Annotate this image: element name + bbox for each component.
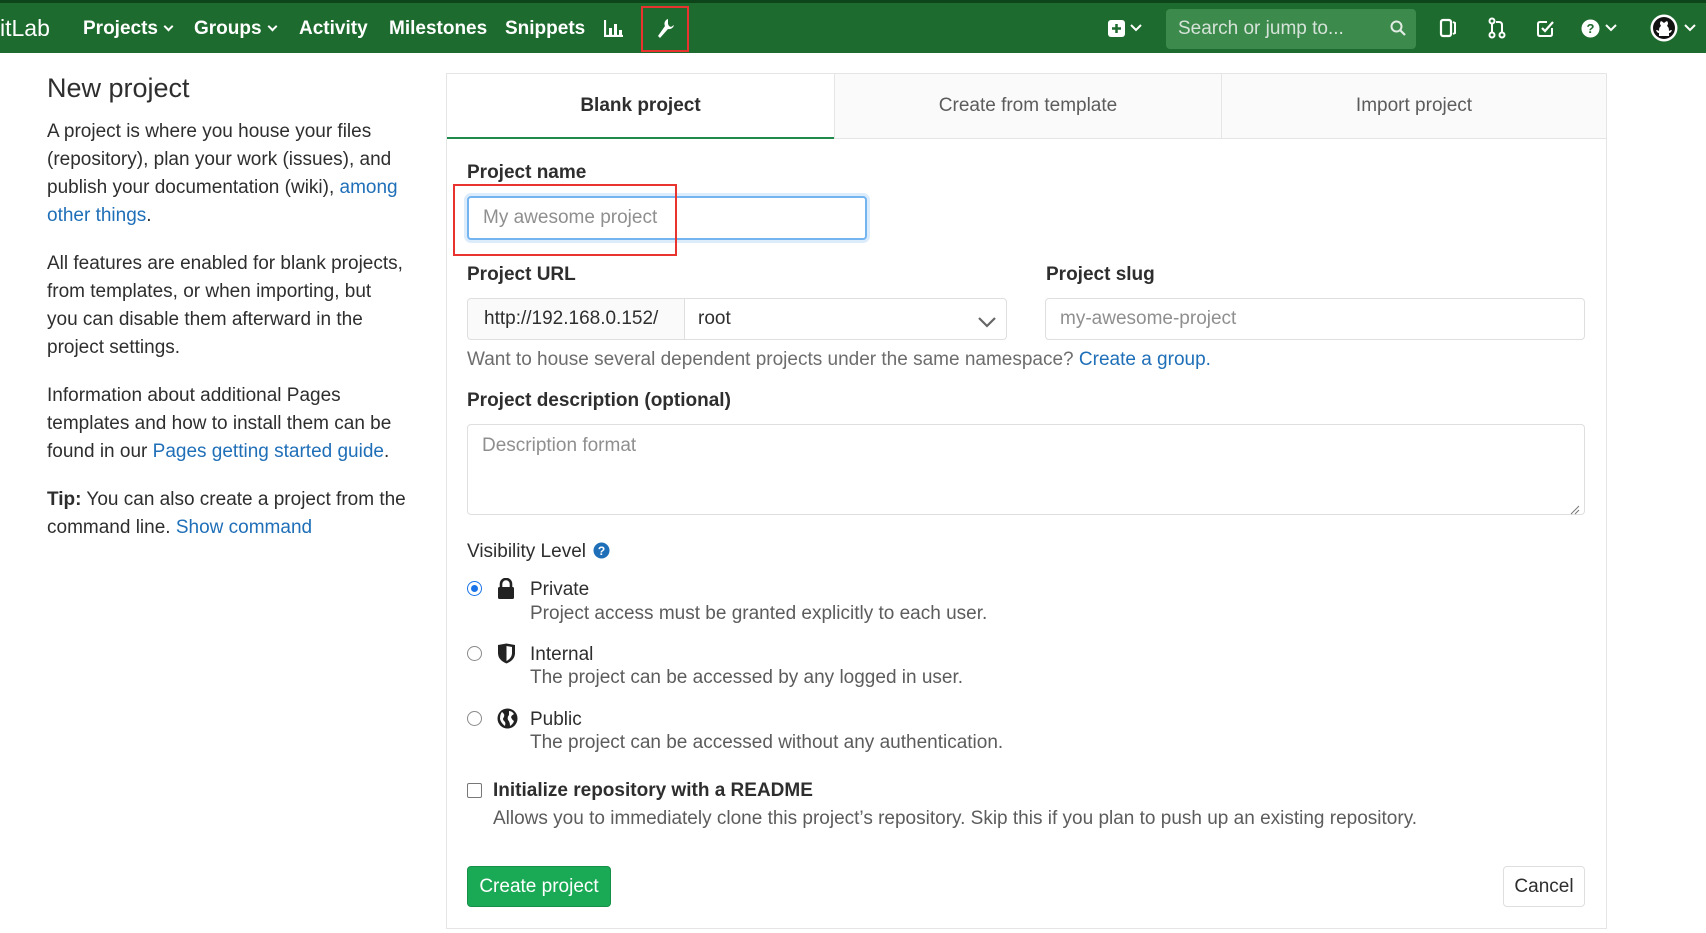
visibility-public-title: Public [530,709,582,730]
initialize-readme-desc: Allows you to immediately clone this pro… [493,808,1418,829]
pages-paragraph: Information about additional Pages templ… [47,382,407,466]
nav-projects[interactable]: Projects [83,18,174,40]
namespace-select[interactable]: root [684,298,1007,340]
new-project-intro: New project A project is where you house… [47,73,407,562]
visibility-internal-desc: The project can be accessed by any logge… [530,667,964,688]
question-circle-icon[interactable]: ? [593,542,610,564]
chart-icon[interactable] [596,10,632,46]
search-input[interactable] [1166,9,1416,49]
group-help-text: Want to house several dependent projects… [467,349,1079,370]
nav-milestones[interactable]: Milestones [389,18,487,40]
tip-paragraph: Tip: You can also create a project from … [47,486,407,542]
shield-icon [497,643,516,669]
lock-icon [497,577,515,604]
plus-square-icon[interactable] [1104,10,1128,46]
svg-text:?: ? [598,544,605,558]
project-type-tabs: Blank project Create from template Impor… [447,74,1606,139]
project-url-label: Project URL [467,264,576,285]
project-description-textarea[interactable] [467,424,1585,515]
svg-text:?: ? [1586,21,1594,36]
search-box[interactable] [1166,9,1416,49]
features-paragraph: All features are enabled for blank proje… [47,253,403,358]
top-navbar: itLab Projects Groups Activity Milestone… [0,0,1706,53]
todo-check-icon[interactable] [1527,10,1563,46]
cancel-button[interactable]: Cancel [1503,866,1585,907]
chevron-down-icon[interactable] [1601,10,1621,46]
nav-groups-label: Groups [194,18,262,39]
chevron-down-icon[interactable] [1680,10,1700,46]
intro-paragraph: A project is where you house your files … [47,118,407,230]
merge-request-icon[interactable] [1479,10,1515,46]
admin-area-highlight [641,6,689,52]
project-slug-label: Project slug [1046,264,1155,285]
show-command-link[interactable]: Show command [176,517,312,538]
search-icon [1390,20,1406,41]
project-name-highlight [453,184,677,256]
initialize-readme-checkbox[interactable] [467,783,482,798]
nav-projects-label: Projects [83,18,158,39]
create-group-help: Want to house several dependent projects… [467,349,1211,371]
tab-import-project[interactable]: Import project [1221,74,1606,139]
create-project-button[interactable]: Create project [467,866,611,907]
globe-icon [497,708,518,734]
page-title: New project [47,73,190,103]
visibility-public-desc: The project can be accessed without any … [530,732,1004,753]
chevron-down-icon [978,312,996,334]
project-url-prefix: http://192.168.0.152/ [467,298,685,340]
pages-guide-link[interactable]: Pages getting started guide [153,441,384,462]
nav-groups[interactable]: Groups [194,18,278,40]
visibility-internal-radio[interactable] [467,646,482,661]
visibility-private-title: Private [530,579,590,600]
project-slug-input[interactable] [1045,298,1585,340]
help-icon[interactable]: ? [1577,10,1603,46]
tip-label: Tip: [47,489,82,510]
tab-blank-project[interactable]: Blank project [447,74,834,139]
visibility-public-radio[interactable] [467,711,482,726]
user-avatar[interactable] [1648,10,1680,46]
brand-logo-text[interactable]: itLab [0,15,50,42]
initialize-readme-label[interactable]: Initialize repository with a README [493,780,813,802]
chevron-down-icon [267,21,278,32]
project-name-label: Project name [467,162,587,183]
visibility-internal-title: Internal [530,644,594,665]
intro-end: . [146,205,152,226]
nav-snippets[interactable]: Snippets [505,18,585,40]
issues-icon[interactable] [1430,10,1466,46]
chevron-down-icon [163,21,174,32]
create-group-link[interactable]: Create a group. [1079,349,1211,370]
visibility-level-label: Visibility Level [467,541,586,562]
tab-create-from-template[interactable]: Create from template [834,74,1221,139]
visibility-private-radio[interactable] [467,581,482,596]
namespace-value: root [698,308,731,329]
pages-end: . [383,441,390,462]
project-description-label: Project description (optional) [467,390,731,411]
resize-handle-icon[interactable] [1570,502,1580,520]
chevron-down-icon[interactable] [1126,10,1146,46]
nav-activity[interactable]: Activity [299,18,368,40]
visibility-private-desc: Project access must be granted explicitl… [530,603,988,624]
